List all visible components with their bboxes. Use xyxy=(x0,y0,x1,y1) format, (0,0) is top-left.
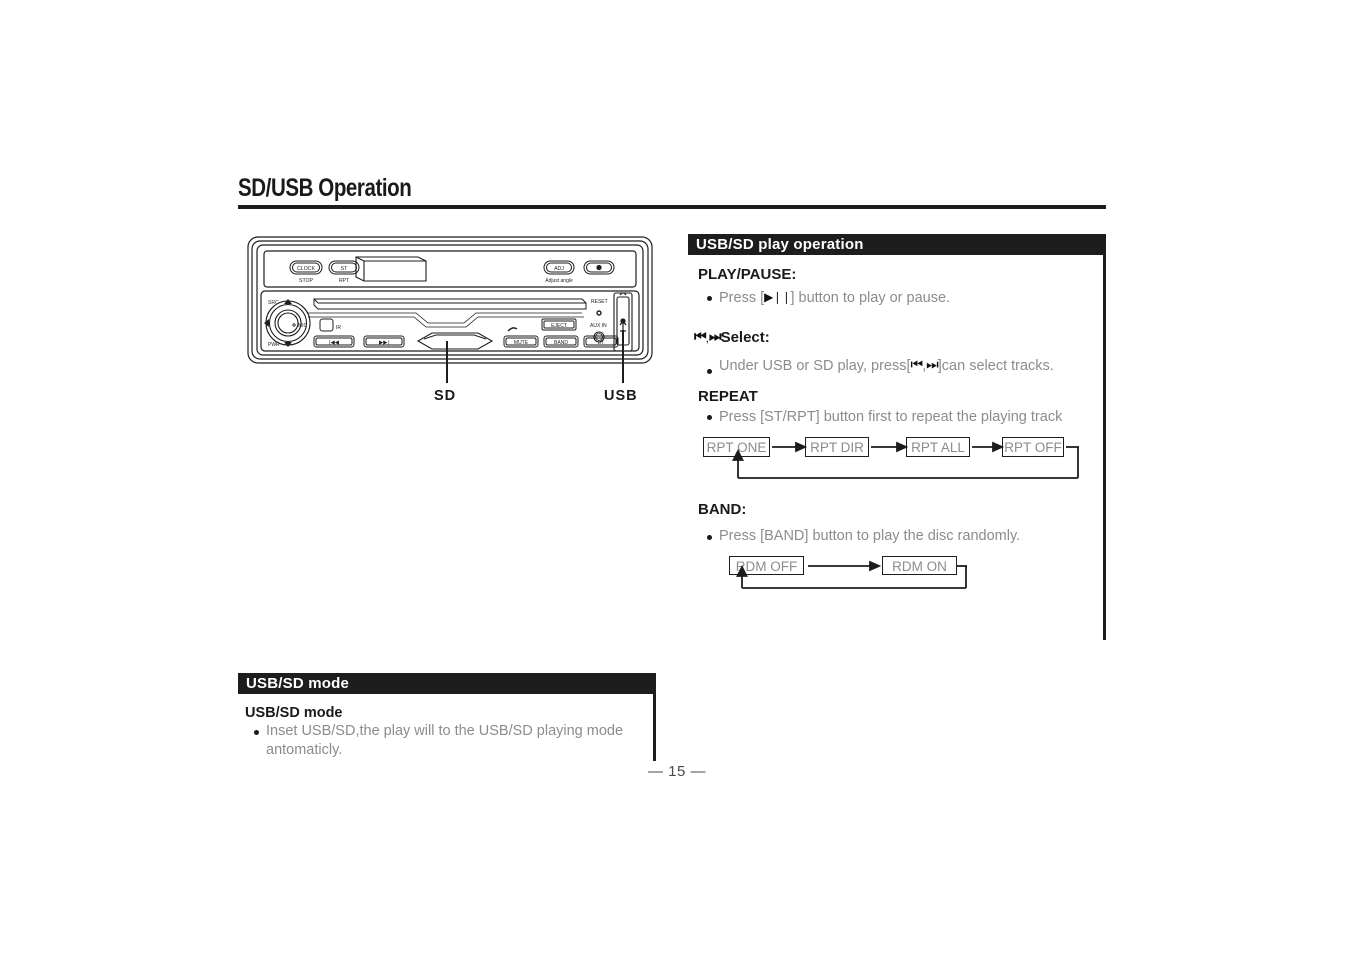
select-next-icon: ⏭ xyxy=(926,356,939,372)
svg-text:ST: ST xyxy=(341,266,348,272)
select-heading: ⏮,⏭Select: xyxy=(694,328,770,346)
play-pause-icon: ▶❘❘ xyxy=(764,290,791,304)
usb-sd-play-operation-header: USB/SD play operation xyxy=(688,234,1106,255)
car-stereo-illustration: CLOCK STOP ST RPT ADJ Adjust angle SRC P… xyxy=(246,235,654,365)
repeat-flow-arrows xyxy=(732,441,1079,479)
usb-callout-line xyxy=(622,330,624,383)
bottom-section-rule xyxy=(653,694,656,761)
svg-text:SRC: SRC xyxy=(268,300,279,306)
band-heading: BAND: xyxy=(698,501,747,518)
right-section-rule xyxy=(1103,255,1106,640)
svg-text:EJECT: EJECT xyxy=(551,323,567,329)
page-number: — 15 — xyxy=(648,763,707,780)
select-text-after: ]can select tracks. xyxy=(937,358,1054,374)
select-heading-label: Select: xyxy=(720,329,770,346)
page-title: SD/USB Operation xyxy=(238,174,412,202)
sd-callout-line xyxy=(446,341,448,383)
bullet-play-pause xyxy=(707,296,712,301)
svg-text:RESET: RESET xyxy=(591,299,608,305)
next-track-icon: ⏭ xyxy=(708,328,722,344)
bullet-band xyxy=(707,535,712,540)
svg-text:MUTE: MUTE xyxy=(514,340,529,346)
band-flow-arrows xyxy=(736,560,967,589)
play-pause-text-after: ] button to play or pause. xyxy=(790,290,951,306)
band-text: Press [BAND] button to play the disc ran… xyxy=(719,528,1021,544)
bullet-usb-sd-mode xyxy=(254,730,259,735)
repeat-heading: REPEAT xyxy=(698,388,758,405)
usb-sd-mode-text: Inset USB/SD,the play will to the USB/SD… xyxy=(266,723,624,758)
prev-track-icon: ⏮ xyxy=(694,328,707,344)
select-text: Under USB or SD play, press[⏮,⏭]can sele… xyxy=(719,356,1054,374)
svg-text:Adjust angle: Adjust angle xyxy=(545,278,573,284)
manual-page: SD/USB Operation CLOCK STOP ST RPT ADJ A… xyxy=(0,0,1351,954)
select-text-before: Under USB or SD play, press[ xyxy=(719,358,911,374)
usb-sd-mode-heading: USB/SD mode xyxy=(245,705,343,721)
bullet-repeat xyxy=(707,415,712,420)
select-prev-icon: ⏮ xyxy=(910,356,924,372)
repeat-text: Press [ST/RPT] button first to repeat th… xyxy=(719,409,1063,425)
svg-text:ADJ: ADJ xyxy=(554,266,564,272)
svg-text:CLOCK: CLOCK xyxy=(297,266,315,272)
svg-text:AUX IN: AUX IN xyxy=(590,323,607,329)
svg-text:BAND: BAND xyxy=(554,340,568,346)
bullet-select xyxy=(707,369,712,374)
play-pause-heading: PLAY/PAUSE: xyxy=(698,266,797,283)
svg-text:BT: BT xyxy=(598,340,604,346)
svg-text:|◀◀: |◀◀ xyxy=(329,340,340,346)
svg-text:▶▶|: ▶▶| xyxy=(379,340,389,346)
svg-text:MIC: MIC xyxy=(298,323,308,329)
svg-text:PWR: PWR xyxy=(268,342,280,348)
usb-callout-label: USB xyxy=(604,388,638,404)
svg-text:STOP: STOP xyxy=(299,278,314,284)
svg-text:RPT: RPT xyxy=(339,278,350,284)
title-divider xyxy=(238,205,1106,209)
svg-text:IR: IR xyxy=(336,325,341,331)
play-pause-text-before: Press [ xyxy=(719,290,765,306)
play-pause-text: Press [▶❘❘] button to play or pause. xyxy=(719,290,950,306)
usb-sd-mode-header: USB/SD mode xyxy=(238,673,656,694)
sd-callout-label: SD xyxy=(434,388,457,404)
